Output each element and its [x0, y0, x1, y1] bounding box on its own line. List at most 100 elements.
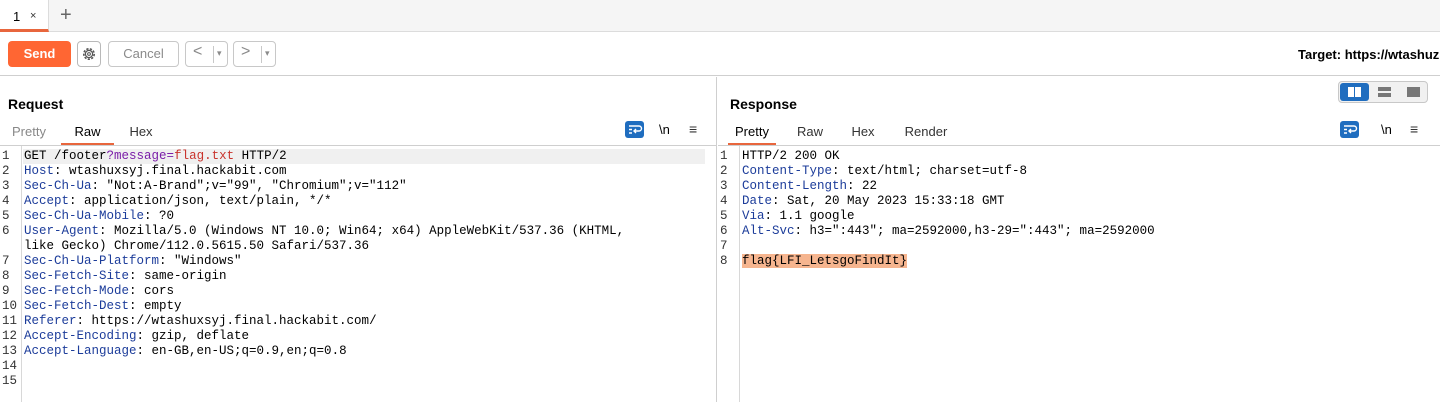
tab-hex[interactable]: Hex [846, 121, 880, 145]
header-value: : empty [129, 299, 182, 313]
line-number: 10 [2, 299, 18, 313]
line-number: 8 [720, 254, 728, 268]
header-name: Sec-Ch-Ua-Mobile [24, 209, 145, 223]
header-name: Accept-Encoding [24, 329, 137, 343]
newline-toggle-icon[interactable]: \n [659, 122, 670, 137]
line-content: Sec-Ch-Ua-Platform: "Windows" [24, 254, 242, 269]
line-content: Referer: https://wtashuxsyj.final.hackab… [24, 314, 377, 329]
query-separator: ? [106, 149, 115, 163]
header-value: : 1.1 google [764, 209, 855, 223]
send-button[interactable]: Send [8, 41, 71, 67]
header-name: Sec-Ch-Ua-Platform [24, 254, 160, 268]
line-content: Accept: application/json, text/plain, */… [24, 194, 332, 209]
line-content: GET /footer?message=flag.txt HTTP/2 [24, 149, 287, 164]
header-name: Host [24, 164, 55, 178]
line-content: Sec-Fetch-Dest: empty [24, 299, 182, 314]
settings-button[interactable] [77, 41, 101, 67]
request-title: Request [8, 96, 64, 112]
layout-toggle-group [1338, 81, 1428, 103]
line-number: 7 [720, 239, 728, 253]
line-content: HTTP/2 200 OK [742, 149, 840, 164]
request-panel: Request Pretty Raw Hex \n ≡ 1 GET /footer… [0, 77, 717, 402]
back-button[interactable]: < ▾ [185, 41, 228, 67]
header-name: Sec-Fetch-Dest [24, 299, 130, 313]
header-value: : application/json, text/plain, */* [69, 194, 332, 208]
response-title: Response [730, 96, 797, 112]
header-value: : en-GB,en-US;q=0.9,en;q=0.8 [136, 344, 347, 358]
chevron-right-icon: > [241, 43, 251, 60]
tab-label: 1 [13, 9, 21, 24]
request-editor[interactable]: 1 GET /footer?message=flag.txt HTTP/2 2 Hos… [0, 145, 716, 402]
cancel-button[interactable]: Cancel [108, 41, 179, 67]
tab-raw[interactable]: Raw [792, 121, 828, 145]
line-number: 15 [2, 374, 18, 388]
line-content: Sec-Ch-Ua-Mobile: ?0 [24, 209, 174, 224]
split-vertical-icon[interactable] [1340, 83, 1369, 101]
header-value: : "Not:A-Brand";v="99", "Chromium";v="11… [91, 179, 407, 193]
line-number: 8 [2, 269, 10, 283]
header-value: : ?0 [144, 209, 175, 223]
header-value: : gzip, deflate [136, 329, 250, 343]
tab-pretty[interactable]: Pretty [728, 121, 776, 145]
header-value: : https://wtashuxsyj.final.hackabit.com/ [76, 314, 377, 328]
header-name: Content-Type [742, 164, 833, 178]
line-content: like Gecko) Chrome/112.0.5615.50 Safari/… [24, 239, 369, 254]
header-value: : h3=":443"; ma=2592000,h3-29=":443"; ma… [794, 224, 1155, 238]
line-number: 3 [720, 179, 728, 193]
line-number: 1 [2, 149, 10, 163]
menu-icon[interactable]: ≡ [1410, 121, 1418, 137]
target-label[interactable]: Target: https://wtashuz [1298, 47, 1439, 62]
line-content: Accept-Encoding: gzip, deflate [24, 329, 249, 344]
line-number: 4 [720, 194, 728, 208]
tab-strip: 1 × + [0, 0, 1440, 32]
line-number: 1 [720, 149, 728, 163]
header-name: Accept [24, 194, 70, 208]
tabs-layout-icon[interactable] [1399, 83, 1428, 101]
tab-raw[interactable]: Raw [61, 121, 114, 145]
close-icon[interactable]: × [30, 10, 36, 22]
header-name: Sec-Fetch-Mode [24, 284, 130, 298]
header-value: : Mozilla/5.0 (Windows NT 10.0; Win64; x… [99, 224, 625, 238]
wrap-lines-icon[interactable] [1340, 121, 1359, 138]
tab-pretty[interactable]: Pretty [6, 121, 52, 145]
line-content: Sec-Ch-Ua: "Not:A-Brand";v="99", "Chromi… [24, 179, 407, 194]
menu-icon[interactable]: ≡ [689, 121, 697, 137]
chevron-left-icon: < [193, 43, 203, 60]
forward-button[interactable]: > ▾ [233, 41, 276, 67]
header-value: : Sat, 20 May 2023 15:33:18 GMT [772, 194, 1005, 208]
chevron-down-icon[interactable]: ▾ [265, 48, 270, 59]
header-name: Sec-Ch-Ua [24, 179, 92, 193]
response-editor[interactable]: 1 HTTP/2 200 OK 2 Content-Type: text/html; … [718, 145, 1440, 402]
header-name: Referer [24, 314, 77, 328]
query-param-name: message [114, 149, 167, 163]
header-value: : text/html; charset=utf-8 [832, 164, 1028, 178]
http-version: HTTP/2 [234, 149, 287, 163]
wrap-lines-icon[interactable] [625, 121, 644, 138]
toolbar: Send Cancel < ▾ > ▾ [0, 32, 1440, 76]
line-number: 14 [2, 359, 18, 373]
line-content: Alt-Svc: h3=":443"; ma=2592000,h3-29=":4… [742, 224, 1155, 239]
line-content: Content-Length: 22 [742, 179, 877, 194]
header-value: : cors [129, 284, 175, 298]
tab-1[interactable]: 1 × [0, 0, 49, 32]
line-number: 4 [2, 194, 10, 208]
line-content: Date: Sat, 20 May 2023 15:33:18 GMT [742, 194, 1005, 209]
tab-hex[interactable]: Hex [122, 121, 160, 145]
line-number: 2 [720, 164, 728, 178]
add-tab-icon[interactable]: + [60, 5, 72, 25]
chevron-down-icon[interactable]: ▾ [217, 48, 222, 59]
line-content: User-Agent: Mozilla/5.0 (Windows NT 10.0… [24, 224, 624, 239]
header-name: Sec-Fetch-Site [24, 269, 130, 283]
query-equals: = [166, 149, 175, 163]
divider [261, 46, 262, 63]
tab-render[interactable]: Render [898, 121, 954, 145]
header-value: : wtashuxsyj.final.hackabit.com [54, 164, 287, 178]
newline-toggle-icon[interactable]: \n [1381, 122, 1392, 137]
line-number: 5 [2, 209, 10, 223]
split-horizontal-icon[interactable] [1370, 83, 1399, 101]
header-value: : same-origin [129, 269, 227, 283]
line-number: 9 [2, 284, 10, 298]
header-value: : 22 [847, 179, 878, 193]
header-name: Alt-Svc [742, 224, 795, 238]
response-body-flag: flag{LFI_LetsgoFindIt} [742, 254, 908, 268]
